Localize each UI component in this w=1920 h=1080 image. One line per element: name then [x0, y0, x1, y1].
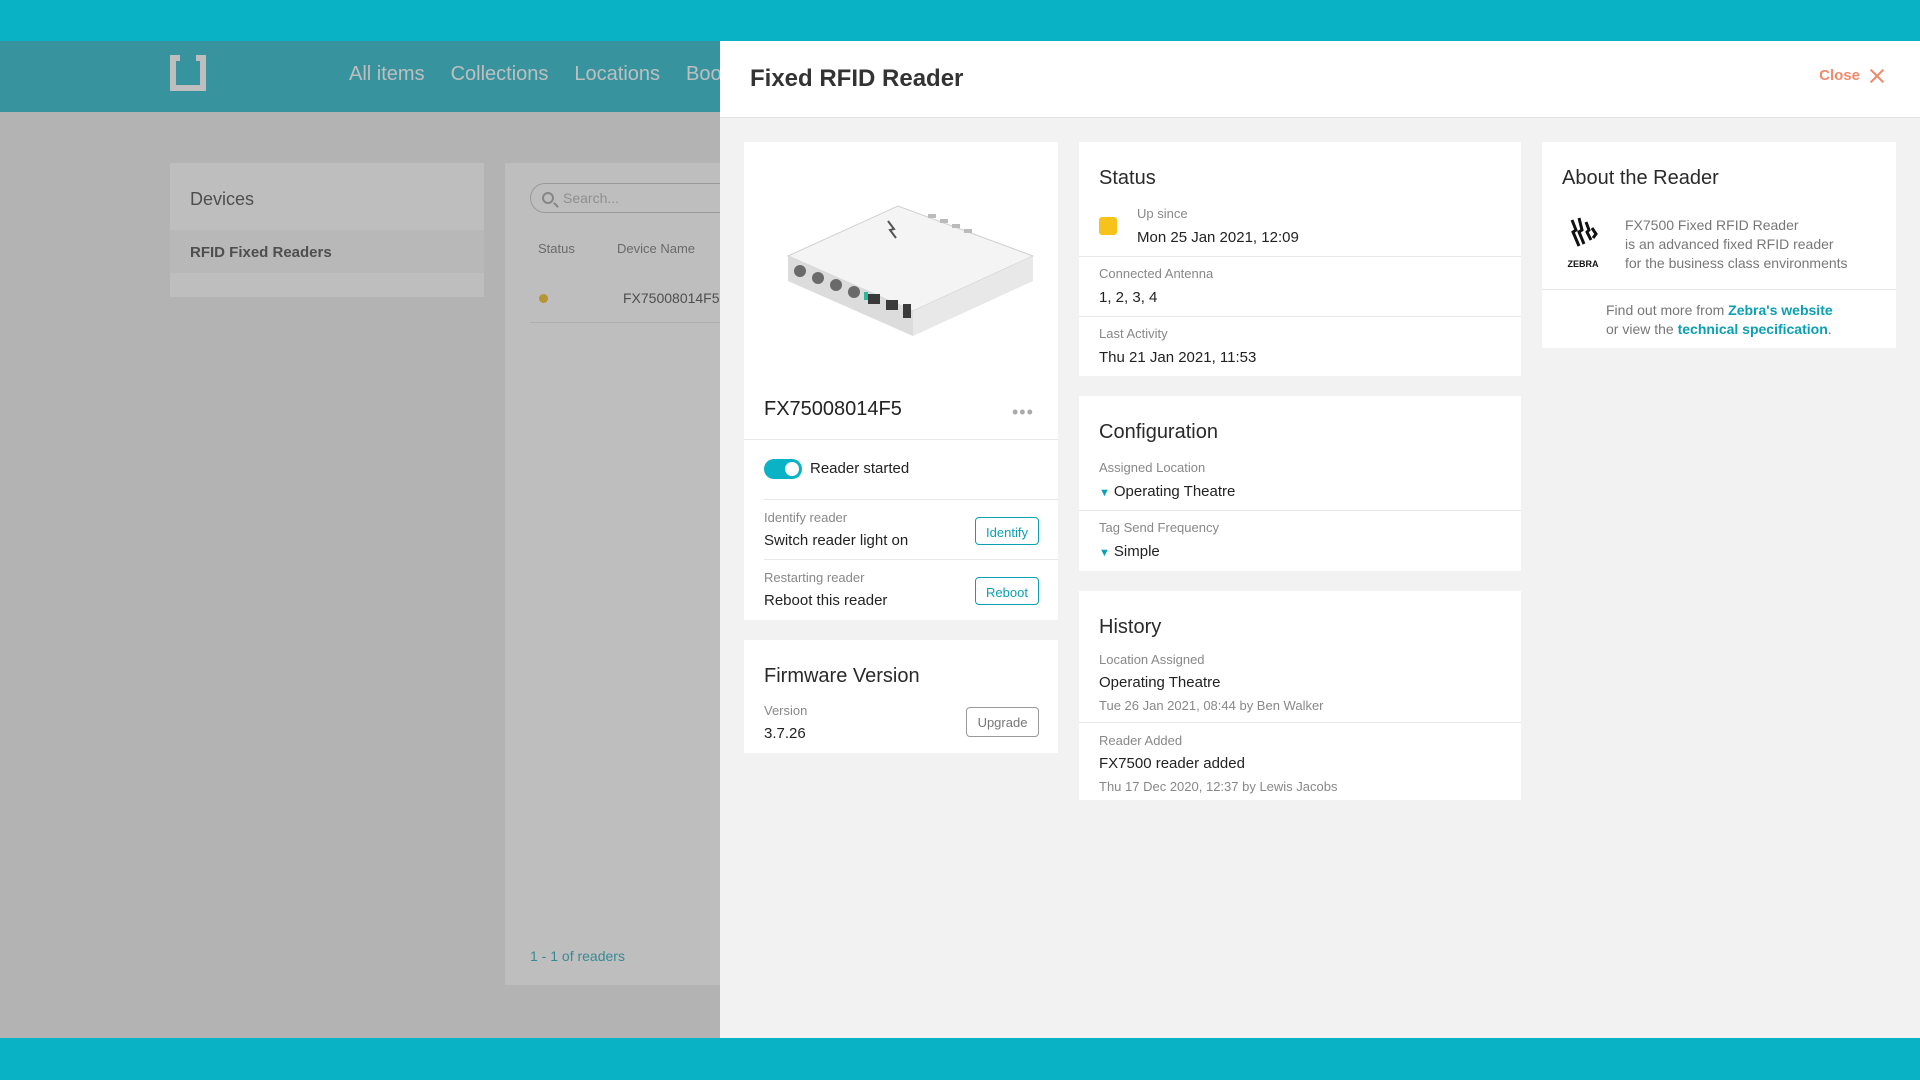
about-view-prefix: or view the — [1606, 321, 1678, 337]
zebra-website-link[interactable]: Zebra's website — [1728, 302, 1832, 318]
connected-antenna-value: 1, 2, 3, 4 — [1099, 289, 1158, 306]
close-button[interactable]: Close — [1819, 67, 1884, 84]
panel-header: Fixed RFID Reader Close — [720, 41, 1920, 118]
divider — [1079, 722, 1521, 723]
reader-started-label: Reader started — [810, 460, 910, 477]
history-title: History — [1099, 616, 1162, 638]
history-item-meta: Thu 17 Dec 2020, 12:37 by Lewis Jacobs — [1099, 779, 1338, 794]
device-name: FX75008014F5 — [764, 398, 902, 420]
zebra-logo-mark — [1570, 217, 1598, 247]
assigned-location-label: Assigned Location — [1099, 460, 1206, 475]
rfid-reader-image — [786, 205, 1035, 336]
assigned-location-value: Operating Theatre — [1113, 483, 1236, 500]
about-description: FX7500 Fixed RFID Reader is an advanced … — [1625, 216, 1848, 273]
identify-reader-value: Switch reader light on — [764, 532, 909, 549]
status-title: Status — [1099, 167, 1156, 189]
identify-reader-label: Identify reader — [764, 510, 848, 525]
tag-send-frequency-label: Tag Send Frequency — [1099, 520, 1219, 535]
about-view-suffix: . — [1827, 321, 1832, 337]
about-more-line: Find out more from Zebra's website — [1606, 301, 1833, 320]
history-item-value: FX7500 reader added — [1099, 755, 1245, 772]
overlay-dim — [0, 41, 720, 1038]
chevron-down-icon: ▼ — [1099, 547, 1110, 559]
tag-send-frequency-value: Simple — [1113, 543, 1160, 560]
device-card: FX75008014F5 ••• Reader started Identify… — [744, 142, 1058, 620]
close-label: Close — [1819, 67, 1860, 84]
up-since-value: Mon 25 Jan 2021, 12:09 — [1137, 229, 1299, 246]
panel-title: Fixed RFID Reader — [750, 65, 964, 92]
about-title: About the Reader — [1562, 167, 1719, 189]
status-card: Status Up since Mon 25 Jan 2021, 12:09 C… — [1079, 142, 1521, 376]
firmware-version-label: Version — [764, 703, 808, 718]
tag-send-frequency-select[interactable]: ▼ Simple — [1099, 543, 1160, 560]
divider — [1079, 316, 1521, 317]
history-item-meta: Tue 26 Jan 2021, 08:44 by Ben Walker — [1099, 698, 1324, 713]
upgrade-button[interactable]: Upgrade — [966, 707, 1039, 737]
identify-button[interactable]: Identify — [975, 517, 1039, 545]
up-since-label: Up since — [1137, 206, 1188, 221]
about-view-line: or view the technical specification. — [1606, 320, 1833, 339]
zebra-logo-icon: ZEBRA — [1564, 216, 1602, 269]
last-activity-label: Last Activity — [1099, 326, 1168, 341]
connected-antenna-label: Connected Antenna — [1099, 266, 1214, 281]
assigned-location-select[interactable]: ▼ Operating Theatre — [1099, 483, 1235, 500]
about-desc-line: for the business class environments — [1625, 255, 1848, 271]
chevron-down-icon: ▼ — [1099, 487, 1110, 499]
about-desc-line: FX7500 Fixed RFID Reader — [1625, 217, 1799, 233]
more-options-icon[interactable]: ••• — [1012, 402, 1034, 423]
firmware-title: Firmware Version — [764, 665, 920, 687]
zebra-logo-text: ZEBRA — [1567, 259, 1599, 269]
about-more-prefix: Find out more from — [1606, 302, 1729, 318]
status-indicator-icon — [1099, 217, 1117, 235]
divider — [1542, 289, 1896, 290]
reader-detail-panel: Fixed RFID Reader Close FX75008014F5 •••… — [720, 41, 1920, 1038]
reader-started-toggle[interactable] — [764, 459, 802, 479]
restarting-reader-value: Reboot this reader — [764, 592, 888, 609]
divider — [744, 439, 1058, 440]
history-item-label: Location Assigned — [1099, 652, 1205, 667]
history-item-label: Reader Added — [1099, 733, 1183, 748]
configuration-card: Configuration Assigned Location ▼ Operati… — [1079, 396, 1521, 571]
reboot-button[interactable]: Reboot — [975, 577, 1039, 605]
configuration-title: Configuration — [1099, 421, 1218, 443]
divider — [764, 499, 1058, 500]
divider — [1079, 510, 1521, 511]
firmware-version-value: 3.7.26 — [764, 725, 806, 742]
last-activity-value: Thu 21 Jan 2021, 11:53 — [1099, 349, 1257, 366]
about-links: Find out more from Zebra's website or vi… — [1606, 301, 1833, 339]
divider — [1079, 256, 1521, 257]
about-card: About the Reader ZEBRA FX7500 Fixed RFID… — [1542, 142, 1896, 348]
history-card: History Location Assigned Operating Thea… — [1079, 591, 1521, 800]
technical-specification-link[interactable]: technical specification — [1678, 321, 1828, 337]
about-desc-line: is an advanced fixed RFID reader — [1625, 236, 1834, 252]
history-item-value: Operating Theatre — [1099, 674, 1221, 691]
divider — [764, 559, 1058, 560]
close-icon — [1870, 69, 1884, 83]
firmware-card: Firmware Version Version 3.7.26 Upgrade — [744, 640, 1058, 753]
restarting-reader-label: Restarting reader — [764, 570, 865, 585]
